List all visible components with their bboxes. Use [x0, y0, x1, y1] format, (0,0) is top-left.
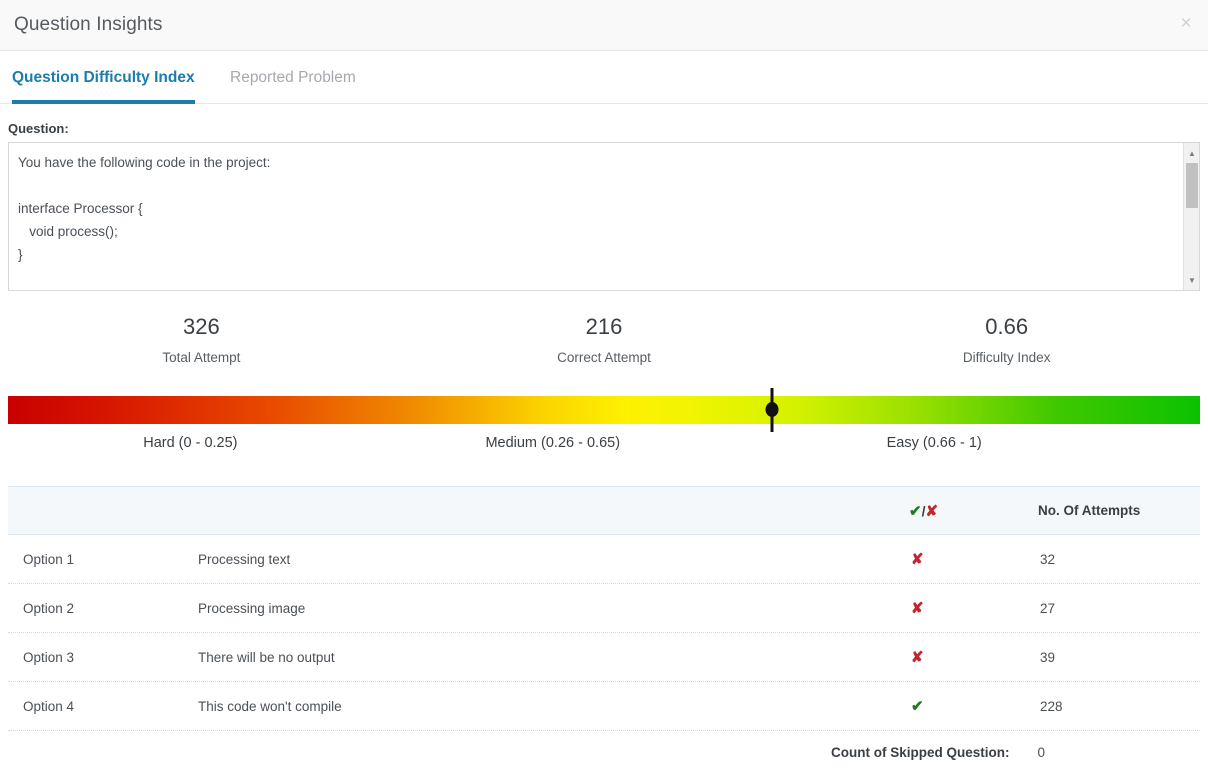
- option-text: Processing text: [198, 551, 291, 567]
- cross-icon: ✘: [911, 600, 924, 617]
- cross-icon: ✘: [911, 649, 924, 666]
- stat-value: 0.66: [985, 314, 1029, 339]
- options-table: ✔/✘ No. Of Attempts Option 1 Processing …: [8, 486, 1200, 731]
- stat-label: Total Attempt: [162, 350, 241, 365]
- check-icon: ✔: [911, 698, 924, 715]
- stat-label: Difficulty Index: [962, 350, 1051, 365]
- option-text: This code won't compile: [198, 698, 342, 714]
- table-footer: Count of Skipped Question: 0: [8, 745, 1200, 760]
- scroll-up-icon[interactable]: ▲: [1184, 145, 1199, 161]
- difficulty-gradient-bar: [8, 388, 1200, 432]
- option-attempts: 32: [1040, 551, 1056, 567]
- option-label: Option 4: [23, 698, 75, 714]
- cross-icon: ✘: [925, 502, 939, 520]
- stat-label: Correct Attempt: [557, 350, 651, 365]
- question-label: Question:: [8, 121, 69, 136]
- table-row[interactable]: Option 3 There will be no output ✘ 39: [8, 633, 1200, 682]
- cross-icon: ✘: [911, 551, 924, 568]
- option-text: There will be no output: [198, 649, 335, 665]
- skipped-question-value: 0: [1037, 745, 1046, 760]
- stat-value: 216: [585, 314, 623, 339]
- question-body-text: You have the following code in the proje…: [18, 155, 271, 262]
- table-row[interactable]: Option 1 Processing text ✘ 32: [8, 535, 1200, 584]
- difficulty-meter: Hard (0 - 0.25) Medium (0.26 - 0.65) Eas…: [8, 388, 1200, 458]
- header-correctness-col: ✔/✘: [903, 502, 1038, 520]
- header-attempts-col: No. Of Attempts: [1038, 503, 1141, 518]
- stat-correct-attempt: 216 Correct Attempt: [403, 312, 806, 370]
- tab-reported-problem[interactable]: Reported Problem: [230, 51, 356, 104]
- difficulty-band-labels: Hard (0 - 0.25) Medium (0.26 - 0.65) Eas…: [8, 426, 1200, 458]
- stat-value: 326: [182, 314, 220, 339]
- option-attempts: 27: [1040, 600, 1056, 616]
- stat-difficulty-index: 0.66 Difficulty Index: [805, 312, 1208, 370]
- question-scrollbar[interactable]: ▲ ▼: [1183, 143, 1199, 290]
- difficulty-band-medium: Medium (0.26 - 0.65): [485, 435, 621, 451]
- option-label: Option 3: [23, 649, 75, 665]
- difficulty-band-hard: Hard (0 - 0.25): [143, 435, 238, 451]
- skipped-question-label: Count of Skipped Question:: [831, 745, 1010, 760]
- option-attempts: 228: [1040, 698, 1063, 714]
- question-textarea[interactable]: You have the following code in the proje…: [8, 142, 1200, 291]
- option-text: Processing image: [198, 600, 306, 616]
- page-title: Question Insights: [14, 14, 163, 35]
- scroll-down-icon[interactable]: ▼: [1184, 272, 1199, 288]
- option-attempts: 39: [1040, 649, 1056, 665]
- stats-row: 326 Total Attempt 216 Correct Attempt 0.…: [0, 312, 1208, 370]
- table-row[interactable]: Option 2 Processing image ✘ 27: [8, 584, 1200, 633]
- option-label: Option 2: [23, 600, 75, 616]
- table-row[interactable]: Option 4 This code won't compile ✔ 228: [8, 682, 1200, 731]
- check-icon: ✔: [909, 502, 922, 520]
- option-label: Option 1: [23, 551, 75, 567]
- tab-bar: Question Difficulty Index Reported Probl…: [0, 51, 1208, 104]
- stat-total-attempt: 326 Total Attempt: [0, 312, 403, 370]
- modal-header: Question Insights ×: [0, 0, 1208, 51]
- table-header-row: ✔/✘ No. Of Attempts: [8, 486, 1200, 535]
- difficulty-marker-dot: [765, 402, 779, 417]
- scrollbar-thumb[interactable]: [1186, 163, 1198, 208]
- tab-question-difficulty-index[interactable]: Question Difficulty Index: [12, 51, 195, 104]
- difficulty-band-easy: Easy (0.66 - 1): [886, 435, 982, 451]
- close-icon[interactable]: ×: [1176, 14, 1196, 34]
